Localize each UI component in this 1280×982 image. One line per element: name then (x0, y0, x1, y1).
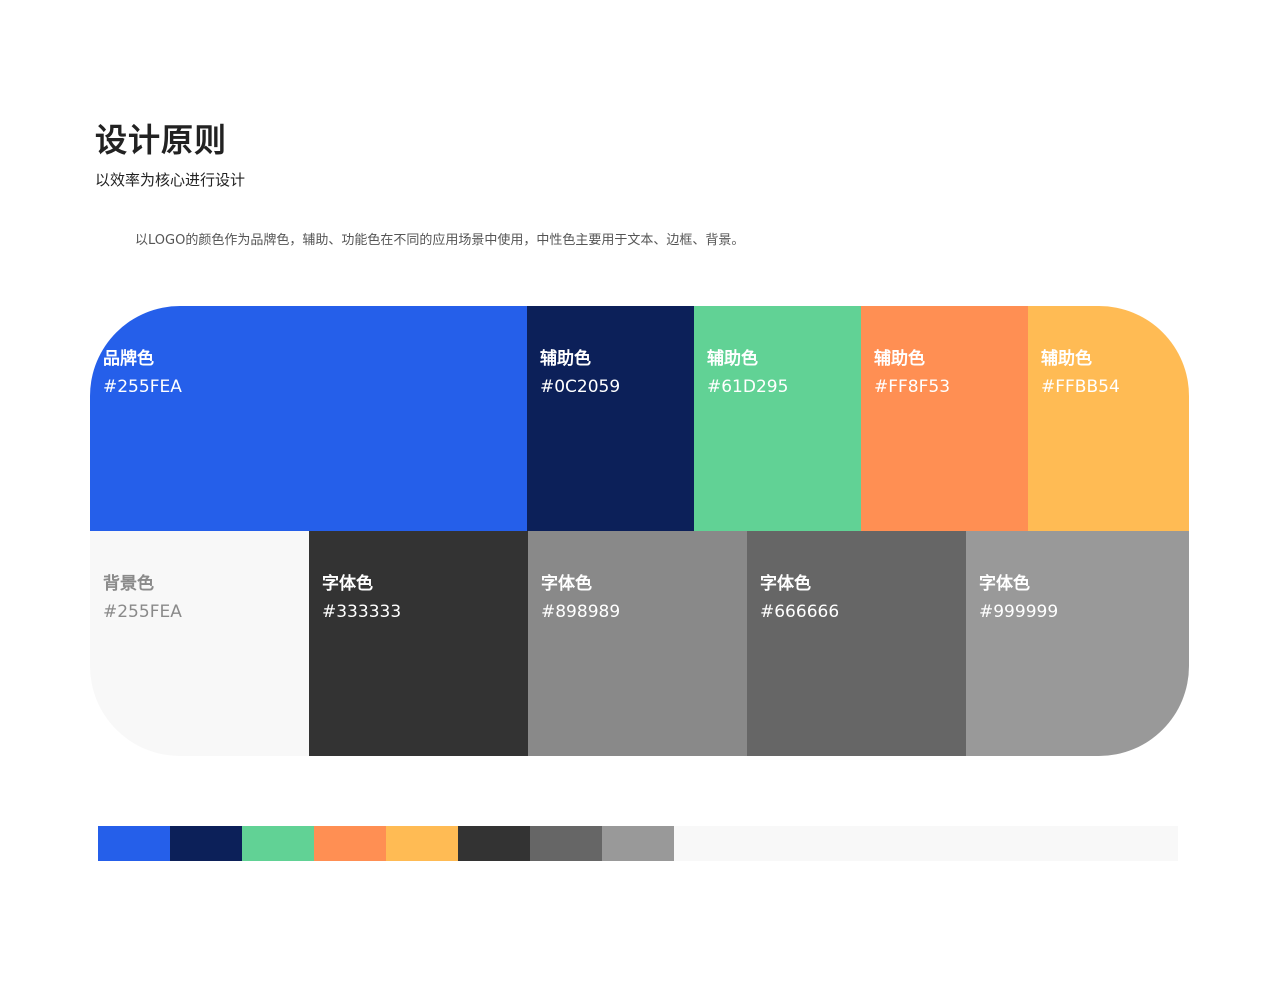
swatch-chip (242, 826, 314, 861)
swatch-chip (314, 826, 386, 861)
color-tile-name: 背景色 (103, 574, 154, 594)
swatch-chip (530, 826, 602, 861)
swatch-chip (98, 826, 170, 861)
page-description: 以LOGO的颜色作为品牌色，辅助、功能色在不同的应用场景中使用，中性色主要用于文… (135, 233, 745, 248)
color-palette: 品牌色 #255FEA 辅助色 #0C2059 辅助色 #61D295 辅助色 … (90, 306, 1189, 756)
palette-row-neutral: 背景色 #255FEA 字体色 #333333 字体色 #898989 字体色 … (90, 531, 1189, 756)
color-tile-name: 辅助色 (874, 349, 925, 369)
color-tile-hex: #0C2059 (540, 377, 621, 397)
color-tile-name: 字体色 (979, 574, 1030, 594)
color-tile-hex: #FFBB54 (1041, 377, 1120, 397)
color-tile-auxiliary-4: 辅助色 #FFBB54 (1028, 306, 1189, 531)
color-tile-hex: #FF8F53 (874, 377, 951, 397)
color-tile-text-1: 字体色 #333333 (309, 531, 528, 756)
palette-row-primary: 品牌色 #255FEA 辅助色 #0C2059 辅助色 #61D295 辅助色 … (90, 306, 1189, 531)
color-tile-auxiliary-1: 辅助色 #0C2059 (527, 306, 694, 531)
color-tile-hex: #666666 (760, 602, 840, 622)
color-tile-background: 背景色 #255FEA (90, 531, 309, 756)
color-tile-name: 辅助色 (540, 349, 591, 369)
color-swatch-strip (98, 826, 1178, 861)
color-tile-hex: #255FEA (103, 602, 182, 622)
swatch-chip (458, 826, 530, 861)
color-tile-brand: 品牌色 #255FEA (90, 306, 527, 531)
swatch-chip (602, 826, 674, 861)
color-tile-name: 辅助色 (1041, 349, 1092, 369)
swatch-chip (170, 826, 242, 861)
color-tile-hex: #999999 (979, 602, 1059, 622)
color-tile-auxiliary-3: 辅助色 #FF8F53 (861, 306, 1028, 531)
page-subtitle: 以效率为核心进行设计 (95, 171, 246, 189)
color-tile-auxiliary-2: 辅助色 #61D295 (694, 306, 861, 531)
color-tile-name: 辅助色 (707, 349, 758, 369)
color-tile-name: 品牌色 (103, 349, 154, 369)
swatch-chip (386, 826, 458, 861)
color-tile-name: 字体色 (322, 574, 373, 594)
color-tile-name: 字体色 (541, 574, 592, 594)
color-tile-hex: #898989 (541, 602, 621, 622)
color-tile-hex: #333333 (322, 602, 402, 622)
page-title: 设计原则 (95, 121, 228, 159)
color-tile-hex: #255FEA (103, 377, 182, 397)
color-tile-hex: #61D295 (707, 377, 789, 397)
color-tile-text-2: 字体色 #898989 (528, 531, 747, 756)
color-tile-text-3: 字体色 #666666 (747, 531, 966, 756)
color-tile-text-4: 字体色 #999999 (966, 531, 1189, 756)
color-tile-name: 字体色 (760, 574, 811, 594)
